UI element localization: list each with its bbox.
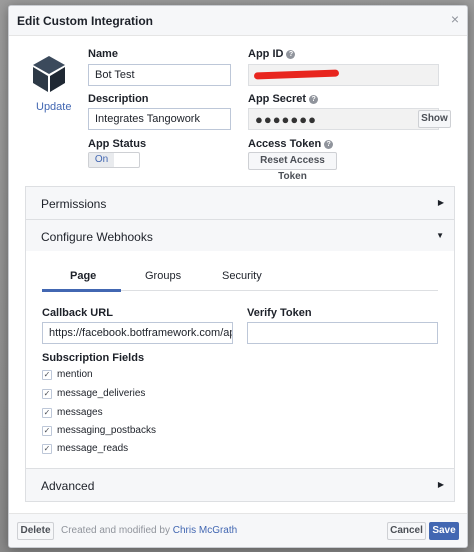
app-secret-masked: ●●●●●●●: [255, 112, 317, 127]
checkbox-checked[interactable]: ✓: [42, 444, 52, 454]
subscription-field-label: messaging_postbacks: [57, 425, 156, 436]
active-tab-indicator: [42, 289, 121, 292]
help-icon[interactable]: ?: [286, 50, 296, 59]
permissions-section: Permissions ▶: [25, 186, 455, 220]
dialog-footer: Delete Created and modified by Chris McG…: [9, 513, 467, 547]
webhooks-section: Configure Webhooks ▼: [25, 219, 455, 252]
callback-url-input[interactable]: https://facebook.botframework.com/api/v1…: [42, 322, 233, 344]
show-secret-button[interactable]: Show: [418, 110, 451, 128]
dialog-title: Edit Custom Integration: [17, 14, 153, 28]
description-label: Description: [88, 93, 149, 105]
subscription-fields-label: Subscription Fields: [42, 352, 145, 364]
dialog-header: Edit Custom Integration ×: [9, 6, 467, 36]
modified-by-text: Created and modified by Chris McGrath: [61, 525, 238, 536]
caret-down-icon: ▼: [436, 231, 444, 240]
app-status-label: App Status: [88, 138, 147, 150]
app-secret-field: ●●●●●●●: [248, 108, 439, 130]
checkbox-checked[interactable]: ✓: [42, 426, 52, 436]
toggle-on-label: On: [89, 153, 114, 167]
name-input[interactable]: Bot Test: [88, 64, 231, 86]
reset-access-token-button[interactable]: Reset Access Token: [248, 152, 337, 182]
help-icon[interactable]: ?: [309, 95, 319, 104]
verify-token-label: Verify Token: [247, 307, 312, 319]
checkbox-checked[interactable]: ✓: [42, 408, 52, 418]
checkbox-checked[interactable]: ✓: [42, 389, 52, 399]
caret-right-icon: ▶: [437, 480, 444, 489]
save-button[interactable]: Save: [429, 522, 459, 540]
advanced-label: Advanced: [41, 479, 95, 493]
caret-right-icon: ▶: [437, 198, 444, 207]
advanced-header[interactable]: Advanced ▶: [26, 469, 454, 501]
permissions-label: Permissions: [41, 197, 107, 211]
subscription-field-label: mention: [57, 369, 93, 380]
app-id-label: App ID?: [248, 48, 296, 60]
webhooks-label: Configure Webhooks: [41, 230, 153, 244]
delete-button[interactable]: Delete: [17, 522, 54, 540]
cube-icon: [31, 54, 67, 94]
author-link[interactable]: Chris McGrath: [173, 525, 237, 536]
app-status-toggle[interactable]: On: [88, 152, 140, 168]
name-label: Name: [88, 48, 118, 60]
tab-page[interactable]: Page: [70, 270, 96, 282]
tab-security[interactable]: Security: [222, 270, 262, 282]
subscription-field-label: message_deliveries: [57, 388, 146, 399]
app-id-field: [248, 64, 439, 86]
tab-groups[interactable]: Groups: [145, 270, 181, 282]
app-secret-label: App Secret?: [248, 93, 319, 105]
cancel-button[interactable]: Cancel: [387, 522, 426, 540]
advanced-section: Advanced ▶: [25, 468, 455, 502]
update-link[interactable]: Update: [36, 101, 71, 113]
webhooks-tabs: Page Groups Security: [42, 265, 438, 292]
callback-url-label: Callback URL: [42, 307, 113, 319]
checkbox-checked[interactable]: ✓: [42, 370, 52, 380]
redaction-mark: [253, 69, 340, 80]
edit-integration-dialog: Edit Custom Integration × Update Name Bo…: [8, 5, 468, 548]
access-token-label: Access Token?: [248, 138, 334, 150]
webhooks-header[interactable]: Configure Webhooks ▼: [26, 220, 454, 252]
permissions-header[interactable]: Permissions ▶: [26, 187, 454, 219]
help-icon[interactable]: ?: [324, 140, 334, 149]
webhooks-panel: Page Groups Security Callback URL https:…: [25, 251, 455, 473]
subscription-field-label: message_reads: [57, 443, 129, 454]
verify-token-input[interactable]: [247, 322, 438, 344]
close-icon[interactable]: ×: [451, 12, 459, 26]
subscription-field-label: messages: [57, 407, 103, 418]
description-input[interactable]: Integrates Tangowork: [88, 108, 231, 130]
